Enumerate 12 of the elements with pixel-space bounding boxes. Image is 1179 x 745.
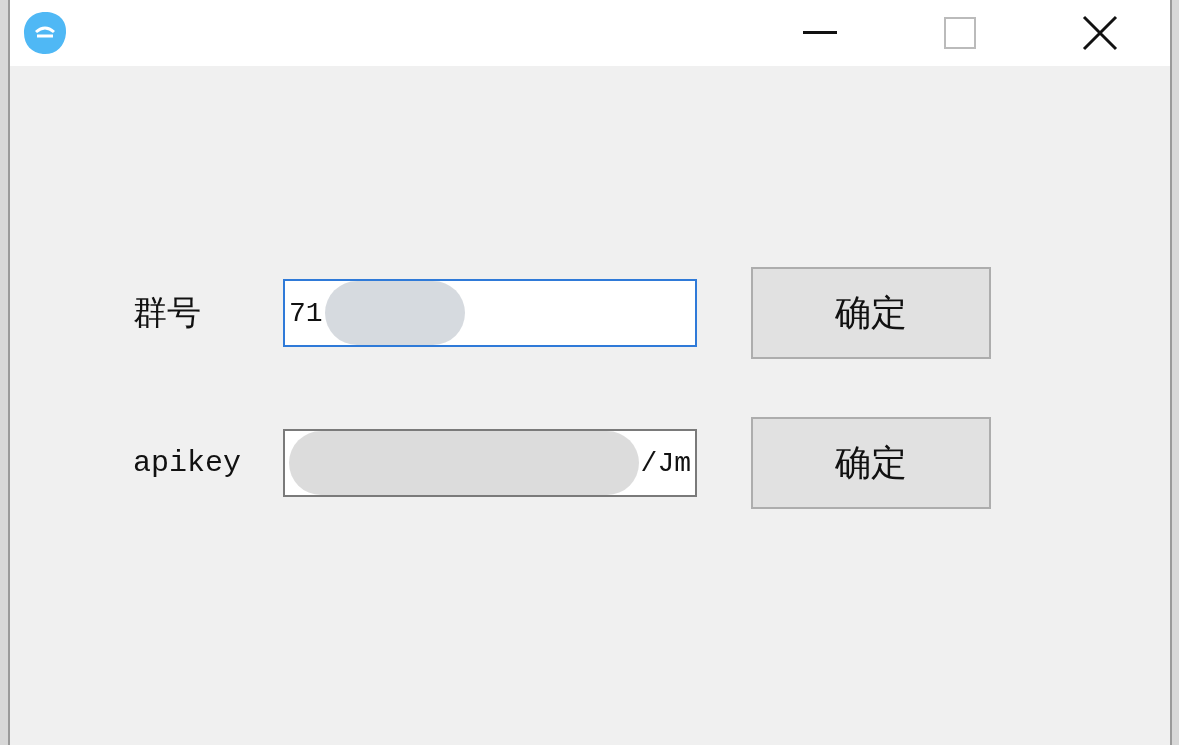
minimize-icon <box>803 31 837 35</box>
field-value: 71 <box>289 297 323 329</box>
field-value: /Jm <box>640 447 691 479</box>
app-icon <box>22 10 68 56</box>
confirm-button[interactable]: 确定 <box>751 417 991 509</box>
text-field[interactable]: /Jm <box>283 429 697 497</box>
close-icon <box>1082 15 1118 51</box>
confirm-button[interactable]: 确定 <box>751 267 991 359</box>
text-field[interactable]: 71 <box>283 279 697 347</box>
field-label: 群号 <box>133 291 202 334</box>
field-label: apikey <box>133 446 243 480</box>
maximize-icon <box>944 17 976 49</box>
